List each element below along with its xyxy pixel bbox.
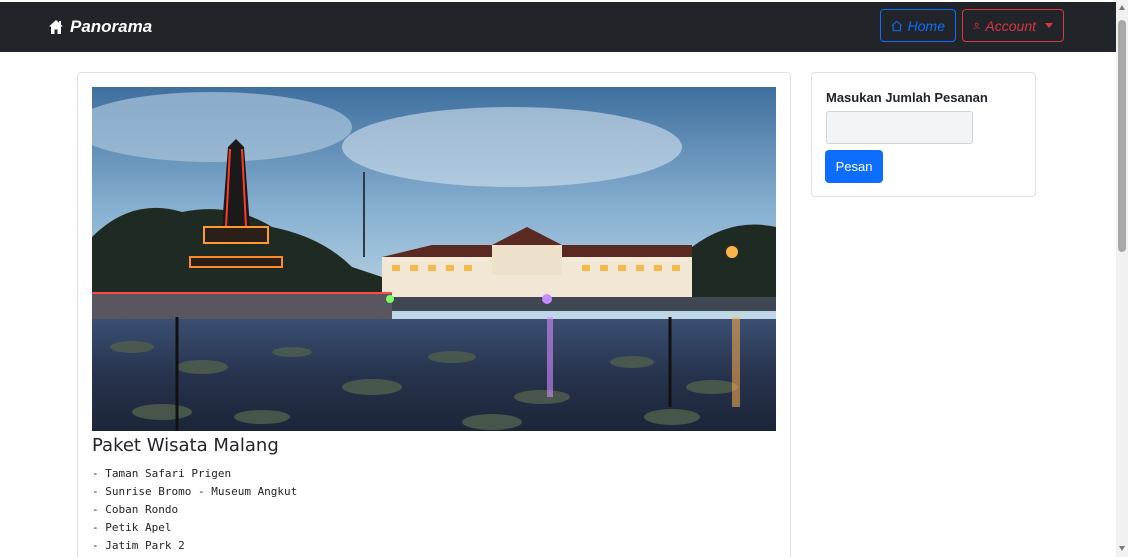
brand-name: Panorama (70, 17, 153, 36)
home-button[interactable]: Home (880, 9, 956, 42)
order-button[interactable]: Pesan (825, 150, 883, 183)
caret-down-icon (1045, 23, 1053, 28)
city-hall-photo (92, 87, 776, 431)
quantity-input[interactable] (826, 111, 973, 144)
list-item: - Petik Apel (92, 521, 172, 534)
scroll-up-arrow-icon[interactable] (1119, 5, 1125, 10)
page-scrollbar[interactable] (1116, 0, 1128, 557)
scroll-down-arrow-icon[interactable] (1119, 546, 1125, 551)
quantity-label: Masukan Jumlah Pesanan (826, 90, 988, 105)
home-outline-icon (891, 20, 903, 31)
list-item: - Jatim Park 2 (92, 539, 185, 552)
account-dropdown-button[interactable]: Account (962, 9, 1064, 42)
home-button-label: Home (907, 17, 945, 34)
list-item: - Taman Safari Prigen (92, 467, 232, 480)
top-navbar: Panorama Home Account (0, 2, 1116, 52)
list-item: - Sunrise Bromo - Museum Angkut (92, 485, 298, 498)
package-photo (92, 87, 776, 431)
user-icon (973, 22, 980, 29)
scroll-thumb[interactable] (1118, 20, 1126, 252)
package-card: Paket Wisata Malang - Taman Safari Prige… (77, 72, 791, 557)
package-title: Paket Wisata Malang (92, 435, 279, 456)
brand-link[interactable]: Panorama (48, 17, 152, 37)
account-button-label: Account (985, 17, 1036, 34)
list-item: - Coban Rondo (92, 503, 179, 516)
home-icon (49, 20, 63, 34)
package-destination-list: - Taman Safari Prigen - Sunrise Bromo - … (92, 465, 297, 555)
order-card: Masukan Jumlah Pesanan Pesan (811, 72, 1036, 197)
